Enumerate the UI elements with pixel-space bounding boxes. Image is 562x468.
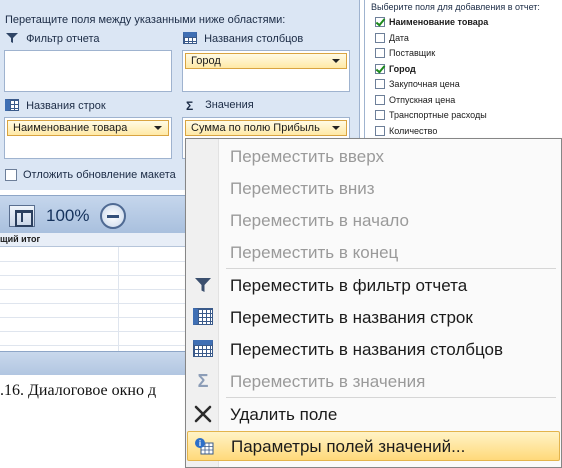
values-label: Σ Значения [186, 99, 254, 113]
menu-item[interactable]: Σ Переместить в значения [186, 366, 561, 396]
field-item[interactable]: Отпускная цена [375, 94, 455, 108]
values-label-text: Значения [205, 99, 254, 111]
menu-item-label: Переместить в значения [230, 372, 426, 391]
grid-line [0, 289, 185, 290]
menu-separator [226, 397, 556, 398]
column-field-city-text: Город [191, 55, 221, 67]
field-chooser-caption: Выберите поля для добавления в отчет: [371, 2, 540, 12]
grid-line [0, 303, 185, 304]
report-filter-label: Фильтр отчета [5, 32, 100, 45]
column-labels-label: Названия столбцов [183, 32, 303, 45]
menu-item[interactable]: Переместить в конец [186, 237, 561, 267]
menu-item-label: Переместить в названия столбцов [230, 340, 504, 359]
menu-item-label: Переместить в фильтр отчета [230, 276, 468, 295]
field-item-label: Дата [389, 32, 409, 43]
menu-item[interactable]: Переместить вверх [186, 141, 561, 171]
menu-item-label: Параметры полей значений... [231, 437, 466, 456]
menu-item-label: Переместить вниз [230, 179, 375, 198]
menu-item-label: Переместить в конец [230, 243, 399, 262]
figure-caption: .16. Диалоговое окно д [0, 382, 157, 399]
chevron-down-icon[interactable] [332, 126, 340, 130]
field-item[interactable]: Дата [375, 32, 409, 46]
field-item-label: Транспортные расходы [389, 110, 487, 120]
field-item-label: Закупочная цена [389, 79, 460, 89]
svg-text:i: i [199, 439, 201, 448]
zoom-level[interactable]: 100% [46, 206, 89, 226]
defer-layout-update-label: Отложить обновление макета [23, 169, 176, 181]
field-checkbox[interactable] [375, 94, 385, 105]
field-item-label: Поставщик [389, 48, 436, 58]
row-labels-icon [193, 308, 213, 326]
menu-separator [226, 268, 556, 269]
menu-item[interactable]: Переместить в фильтр отчета [186, 270, 561, 300]
page-layout-view-button[interactable] [9, 205, 35, 227]
sigma-icon: Σ [197, 371, 209, 391]
field-item[interactable]: Город [375, 63, 416, 77]
grid-line [0, 275, 185, 276]
menu-item[interactable]: Переместить в названия строк [186, 302, 561, 332]
field-settings-icon: i [194, 437, 214, 455]
zoom-out-icon[interactable] [100, 203, 126, 229]
menu-item[interactable]: i Параметры полей значений... [187, 431, 560, 461]
chevron-down-icon[interactable] [332, 59, 340, 63]
menu-item[interactable]: Переместить в начало [186, 205, 561, 235]
row-labels-label: Названия строк [5, 99, 106, 112]
row-field-product-name-text: Наименование товара [13, 122, 128, 134]
chevron-down-icon[interactable] [154, 126, 162, 130]
grid-line [118, 247, 119, 351]
field-checkbox[interactable] [375, 63, 385, 74]
row-labels-icon [5, 99, 19, 111]
value-field-profit-sum-text: Сумма по полю Прибыль [191, 122, 320, 134]
grid-line [0, 317, 185, 318]
grand-total-header-row: щий итог [0, 233, 185, 247]
field-item-label: Отпускная цена [389, 94, 456, 105]
row-field-product-name[interactable]: Наименование товара [7, 120, 169, 136]
field-chooser-list: Выберите поля для добавления в отчет: На… [364, 0, 562, 140]
field-checkbox[interactable] [375, 79, 385, 89]
column-labels-label-text: Названия столбцов [204, 33, 304, 45]
row-labels-label-text: Названия строк [26, 100, 106, 112]
defer-layout-update-checkbox[interactable] [5, 169, 17, 181]
field-item[interactable]: Наименование товара [375, 16, 488, 30]
field-checkbox[interactable] [375, 48, 385, 58]
field-context-menu: Переместить вверх Переместить вниз Перемес… [185, 138, 562, 468]
field-item[interactable]: Количество [375, 125, 437, 139]
column-labels-icon [193, 340, 213, 358]
menu-item[interactable]: Переместить вниз [186, 173, 561, 203]
worksheet-grid: щий итог [0, 233, 185, 351]
column-field-city[interactable]: Город [185, 53, 347, 69]
filter-icon [6, 33, 18, 43]
report-filter-label-text: Фильтр отчета [26, 33, 100, 45]
field-checkbox[interactable] [375, 32, 385, 43]
delete-x-icon [193, 405, 213, 423]
row-labels-drop-area[interactable]: Наименование товара [4, 117, 172, 159]
column-labels-icon [183, 32, 197, 44]
areas-caption: Перетащите поля между указанными ниже об… [5, 14, 286, 26]
field-item[interactable]: Поставщик [375, 47, 435, 61]
field-item-label: Наименование товара [389, 17, 489, 27]
grand-total-header: щий итог [0, 234, 41, 244]
field-item-label: Количество [389, 125, 438, 136]
grid-line [0, 261, 185, 262]
field-item[interactable]: Закупочная цена [375, 78, 460, 92]
menu-item[interactable]: Переместить в названия столбцов [186, 334, 561, 364]
grid-line [0, 331, 185, 332]
menu-item-label: Переместить вверх [230, 147, 384, 166]
menu-item[interactable]: Удалить поле [186, 399, 561, 429]
menu-item-label: Переместить в названия строк [230, 308, 473, 327]
filter-icon [193, 276, 213, 294]
menu-item-label: Удалить поле [230, 405, 338, 424]
value-field-profit-sum[interactable]: Сумма по полю Прибыль [185, 120, 347, 136]
sigma-icon: Σ [186, 99, 194, 113]
column-labels-drop-area[interactable]: Город [182, 50, 350, 92]
sheet-tab-bar [0, 351, 185, 375]
field-checkbox[interactable] [375, 110, 385, 120]
field-item-label: Город [389, 63, 416, 74]
field-checkbox[interactable] [375, 125, 385, 136]
menu-item-label: Переместить в начало [230, 211, 409, 230]
report-filter-drop-area[interactable] [4, 50, 172, 92]
field-item[interactable]: Транспортные расходы [375, 109, 487, 123]
field-checkbox[interactable] [375, 17, 385, 27]
grid-line [0, 345, 185, 346]
